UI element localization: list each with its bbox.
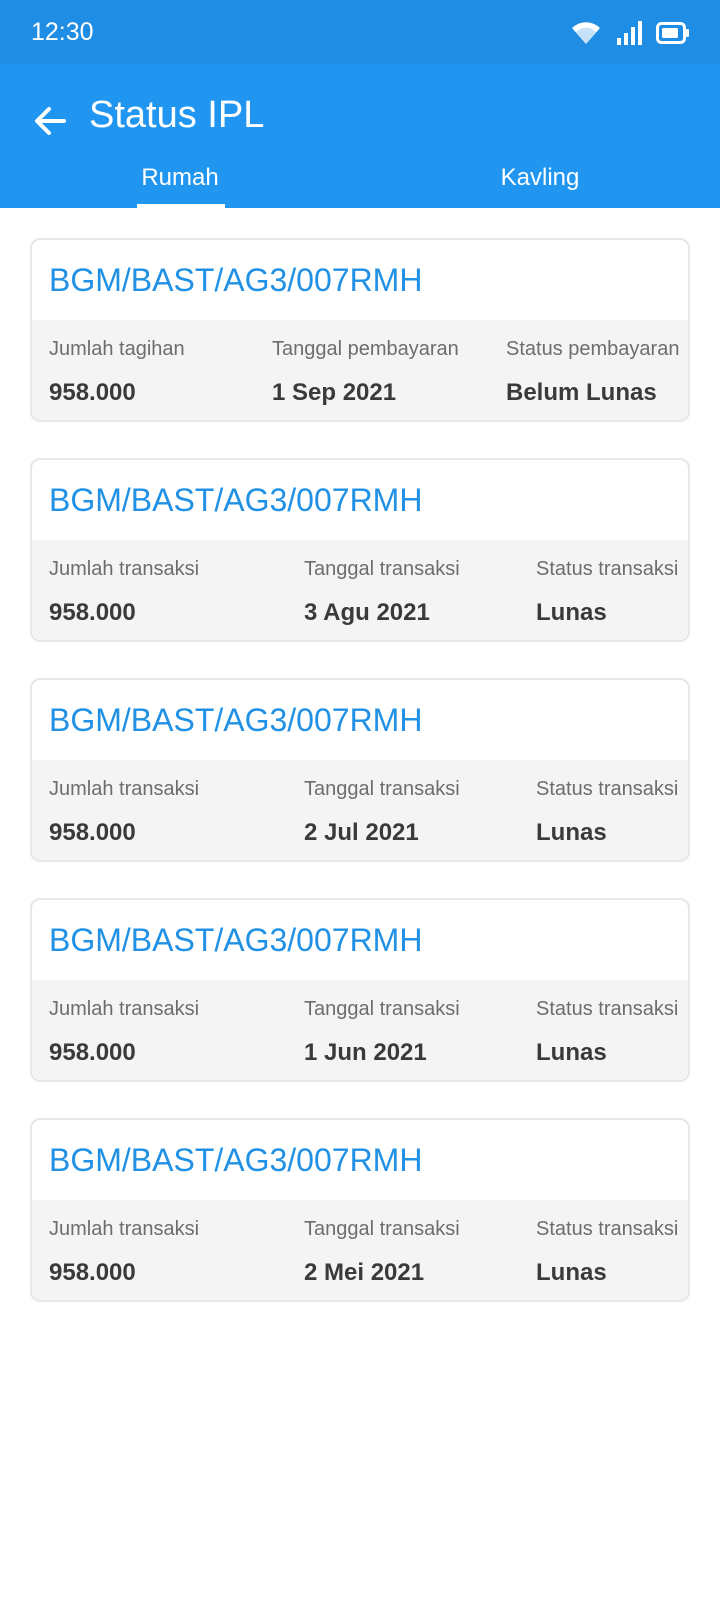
status-value: Lunas xyxy=(536,1259,607,1286)
tab-kavling[interactable]: Kavling xyxy=(360,144,720,208)
tab-label: Rumah xyxy=(141,164,219,191)
date-column: Tanggal transaksi 2 Mei 2021 xyxy=(304,1218,460,1287)
date-label: Tanggal transaksi xyxy=(304,778,460,800)
date-label: Tanggal transaksi xyxy=(304,998,460,1020)
amount-value: 958.000 xyxy=(49,1039,136,1066)
ipl-card[interactable]: BGM/BAST/AG3/007RMH Jumlah transaksi 958… xyxy=(30,898,690,1082)
status-label: Status transaksi xyxy=(536,998,679,1020)
tab-label: Kavling xyxy=(500,164,580,191)
status-icons xyxy=(570,18,690,48)
status-value: Lunas xyxy=(536,1039,607,1066)
back-arrow-icon[interactable] xyxy=(30,101,70,141)
signal-icon xyxy=(617,21,642,45)
status-label: Status transaksi xyxy=(536,1218,679,1240)
status-column: Status transaksi Lunas xyxy=(536,558,678,627)
status-column: Status transaksi Lunas xyxy=(536,778,678,847)
amount-column: Jumlah transaksi 958.000 xyxy=(49,778,199,847)
amount-label: Jumlah transaksi xyxy=(49,558,200,580)
date-label: Tanggal pembayaran xyxy=(272,338,459,360)
wifi-icon xyxy=(572,22,600,44)
date-value: 3 Agu 2021 xyxy=(304,599,430,626)
card-id: BGM/BAST/AG3/007RMH xyxy=(49,702,423,738)
amount-label: Jumlah transaksi xyxy=(49,1218,200,1240)
amount-value: 958.000 xyxy=(49,819,136,846)
page-title: Status IPL xyxy=(89,94,265,136)
date-column: Tanggal transaksi 3 Agu 2021 xyxy=(304,558,460,627)
ipl-list: BGM/BAST/AG3/007RMH Jumlah tagihan 958.0… xyxy=(30,238,690,1338)
status-label: Status transaksi xyxy=(536,558,679,580)
tab-rumah[interactable]: Rumah xyxy=(0,144,360,208)
amount-value: 958.000 xyxy=(49,379,136,406)
date-value: 1 Jun 2021 xyxy=(304,1039,427,1066)
ipl-card[interactable]: BGM/BAST/AG3/007RMH Jumlah transaksi 958… xyxy=(30,678,690,862)
status-time: 12:30 xyxy=(31,18,94,46)
amount-column: Jumlah transaksi 958.000 xyxy=(49,998,199,1067)
ipl-card[interactable]: BGM/BAST/AG3/007RMH Jumlah tagihan 958.0… xyxy=(30,238,690,422)
tab-bar: Rumah Kavling xyxy=(0,144,720,208)
card-details: Jumlah tagihan 958.000 Tanggal pembayara… xyxy=(32,320,688,420)
ipl-card[interactable]: BGM/BAST/AG3/007RMH Jumlah transaksi 958… xyxy=(30,458,690,642)
card-details: Jumlah transaksi 958.000 Tanggal transak… xyxy=(32,1200,688,1300)
date-column: Tanggal transaksi 2 Jul 2021 xyxy=(304,778,460,847)
amount-column: Jumlah transaksi 958.000 xyxy=(49,558,199,627)
amount-column: Jumlah tagihan 958.000 xyxy=(49,338,185,407)
tab-indicator xyxy=(137,204,225,208)
date-column: Tanggal transaksi 1 Jun 2021 xyxy=(304,998,460,1067)
status-column: Status transaksi Lunas xyxy=(536,998,678,1067)
card-details: Jumlah transaksi 958.000 Tanggal transak… xyxy=(32,760,688,860)
card-id: BGM/BAST/AG3/007RMH xyxy=(49,1142,423,1178)
status-column: Status pembayaran Belum Lunas xyxy=(506,338,679,407)
amount-value: 958.000 xyxy=(49,599,136,626)
amount-value: 958.000 xyxy=(49,1259,136,1286)
status-value: Lunas xyxy=(536,599,607,626)
battery-icon xyxy=(656,22,689,44)
card-id: BGM/BAST/AG3/007RMH xyxy=(49,482,423,518)
date-value: 2 Mei 2021 xyxy=(304,1259,425,1286)
amount-label: Jumlah transaksi xyxy=(49,998,200,1020)
card-id: BGM/BAST/AG3/007RMH xyxy=(49,922,423,958)
amount-label: Jumlah tagihan xyxy=(49,338,185,360)
card-id: BGM/BAST/AG3/007RMH xyxy=(49,262,423,298)
ipl-card[interactable]: BGM/BAST/AG3/007RMH Jumlah transaksi 958… xyxy=(30,1118,690,1302)
date-value: 1 Sep 2021 xyxy=(272,379,397,406)
app-bar: Status IPL Rumah Kavling xyxy=(0,64,720,208)
status-label: Status transaksi xyxy=(536,778,679,800)
status-label: Status pembayaran xyxy=(506,338,680,360)
amount-label: Jumlah transaksi xyxy=(49,778,200,800)
status-value: Lunas xyxy=(536,819,607,846)
status-value: Belum Lunas xyxy=(506,379,657,406)
date-column: Tanggal pembayaran 1 Sep 2021 xyxy=(272,338,459,407)
status-column: Status transaksi Lunas xyxy=(536,1218,678,1287)
status-bar: 12:30 xyxy=(0,0,720,64)
date-value: 2 Jul 2021 xyxy=(304,819,419,846)
card-details: Jumlah transaksi 958.000 Tanggal transak… xyxy=(32,980,688,1080)
date-label: Tanggal transaksi xyxy=(304,558,460,580)
card-details: Jumlah transaksi 958.000 Tanggal transak… xyxy=(32,540,688,640)
date-label: Tanggal transaksi xyxy=(304,1218,460,1240)
amount-column: Jumlah transaksi 958.000 xyxy=(49,1218,199,1287)
